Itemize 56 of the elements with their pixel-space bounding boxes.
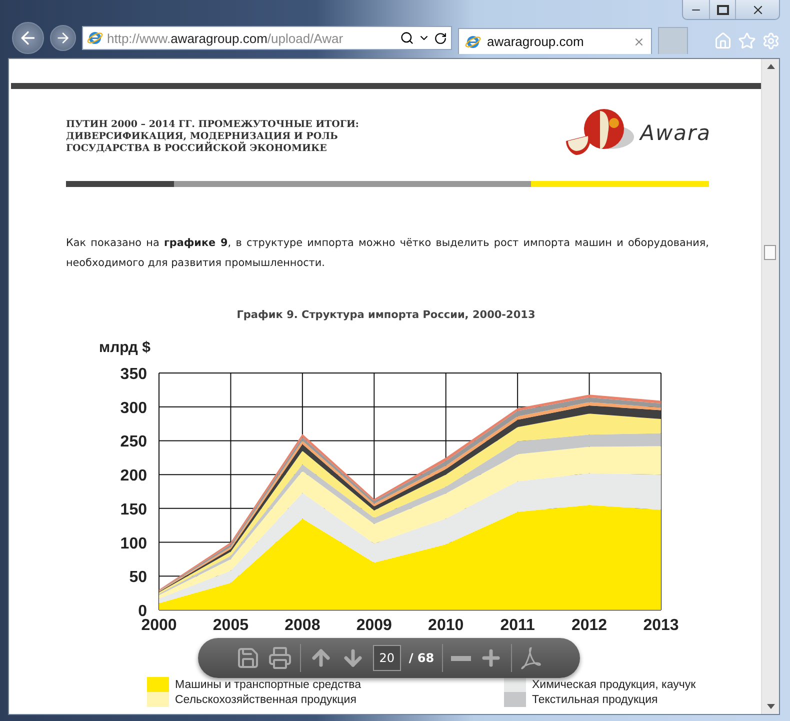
y-tick-label: 150: [120, 501, 147, 518]
y-tick-label: 300: [120, 400, 147, 417]
scroll-up-icon[interactable]: [766, 64, 774, 69]
legend-label: Текстильная продукция: [532, 694, 658, 706]
close-tab-icon[interactable]: [633, 36, 645, 48]
legend-label: Химическая продукция, каучук: [532, 678, 696, 690]
y-tick-label: 0: [138, 603, 147, 620]
x-tick-label: 2010: [428, 617, 464, 634]
legend-label: Сельскохозяйственная продукция: [175, 694, 356, 706]
legend-swatch: [147, 677, 169, 692]
save-button[interactable]: [236, 646, 260, 670]
y-tick-label: 250: [120, 434, 147, 451]
scrollbar-thumb[interactable]: [764, 245, 776, 260]
scrollbar[interactable]: [761, 59, 779, 714]
x-tick-label: 2008: [284, 617, 320, 634]
browser-logo-icon: [87, 30, 103, 46]
document-header: ПУТИН 2000 – 2014 ГГ. ПРОМЕЖУТОЧНЫЕ ИТОГИ: ДИВЕРСИФИКАЦИЯ, МОДЕРНИЗАЦИЯ И РОЛЬ ГОСУДАРСТВА В РОССИЙСКОЙ ЭКОНОМИКЕ: [66, 119, 359, 156]
body-paragraph: Как показано на графике 9, в структуре импорта можно чётко выделить рост импорта машин и оборудования, необходимого для развития промышленности.: [66, 236, 709, 271]
browser-tab[interactable]: awaragroup.com: [458, 28, 652, 54]
address-bar[interactable]: http://www.awaragroup.com/upload/Awar: [82, 26, 452, 50]
legend-swatch: [147, 692, 169, 707]
refresh-icon[interactable]: [434, 32, 447, 44]
legend-swatch: [504, 692, 526, 707]
zoom-out-button[interactable]: [451, 656, 472, 660]
browser-logo-icon: [465, 34, 481, 50]
printer-icon: [268, 646, 292, 670]
minus-icon: [451, 656, 472, 660]
legend-swatch: [504, 677, 526, 692]
acrobat-button[interactable]: [520, 646, 542, 670]
x-tick-label: 2000: [141, 617, 177, 634]
x-tick-label: 2005: [212, 617, 248, 634]
star-icon[interactable]: [738, 32, 756, 50]
forward-arrow-icon: [55, 30, 71, 46]
y-tick-label: 350: [120, 366, 147, 383]
save-icon: [236, 646, 260, 670]
url-text: http://www.awaragroup.com/upload/Awar: [107, 30, 344, 46]
y-tick-label: 200: [120, 468, 147, 485]
y-tick-label: 100: [120, 535, 147, 552]
x-tick-label: 2013: [643, 617, 679, 634]
legend-label: Машины и транспортные средства: [175, 678, 361, 690]
y-tick-label: 50: [129, 569, 147, 586]
logo-text: Awara: [640, 121, 711, 145]
x-tick-label: 2009: [356, 617, 392, 634]
page-count: / 68: [408, 651, 434, 665]
y-axis-label: млрд $: [99, 339, 152, 356]
back-button[interactable]: [12, 22, 44, 54]
chart-title: График 9. Структура импорта России, 2000-2013: [236, 309, 536, 321]
x-tick-label: 2011: [500, 617, 535, 634]
scroll-down-icon[interactable]: [766, 704, 774, 709]
search-icon[interactable]: [400, 31, 414, 45]
acrobat-icon: [520, 646, 542, 670]
print-button[interactable]: [268, 646, 292, 670]
maximize-icon: [716, 4, 728, 14]
page-number-field[interactable]: 20: [372, 645, 401, 671]
forward-button[interactable]: [50, 25, 76, 51]
x-tick-label: 2012: [572, 617, 608, 634]
